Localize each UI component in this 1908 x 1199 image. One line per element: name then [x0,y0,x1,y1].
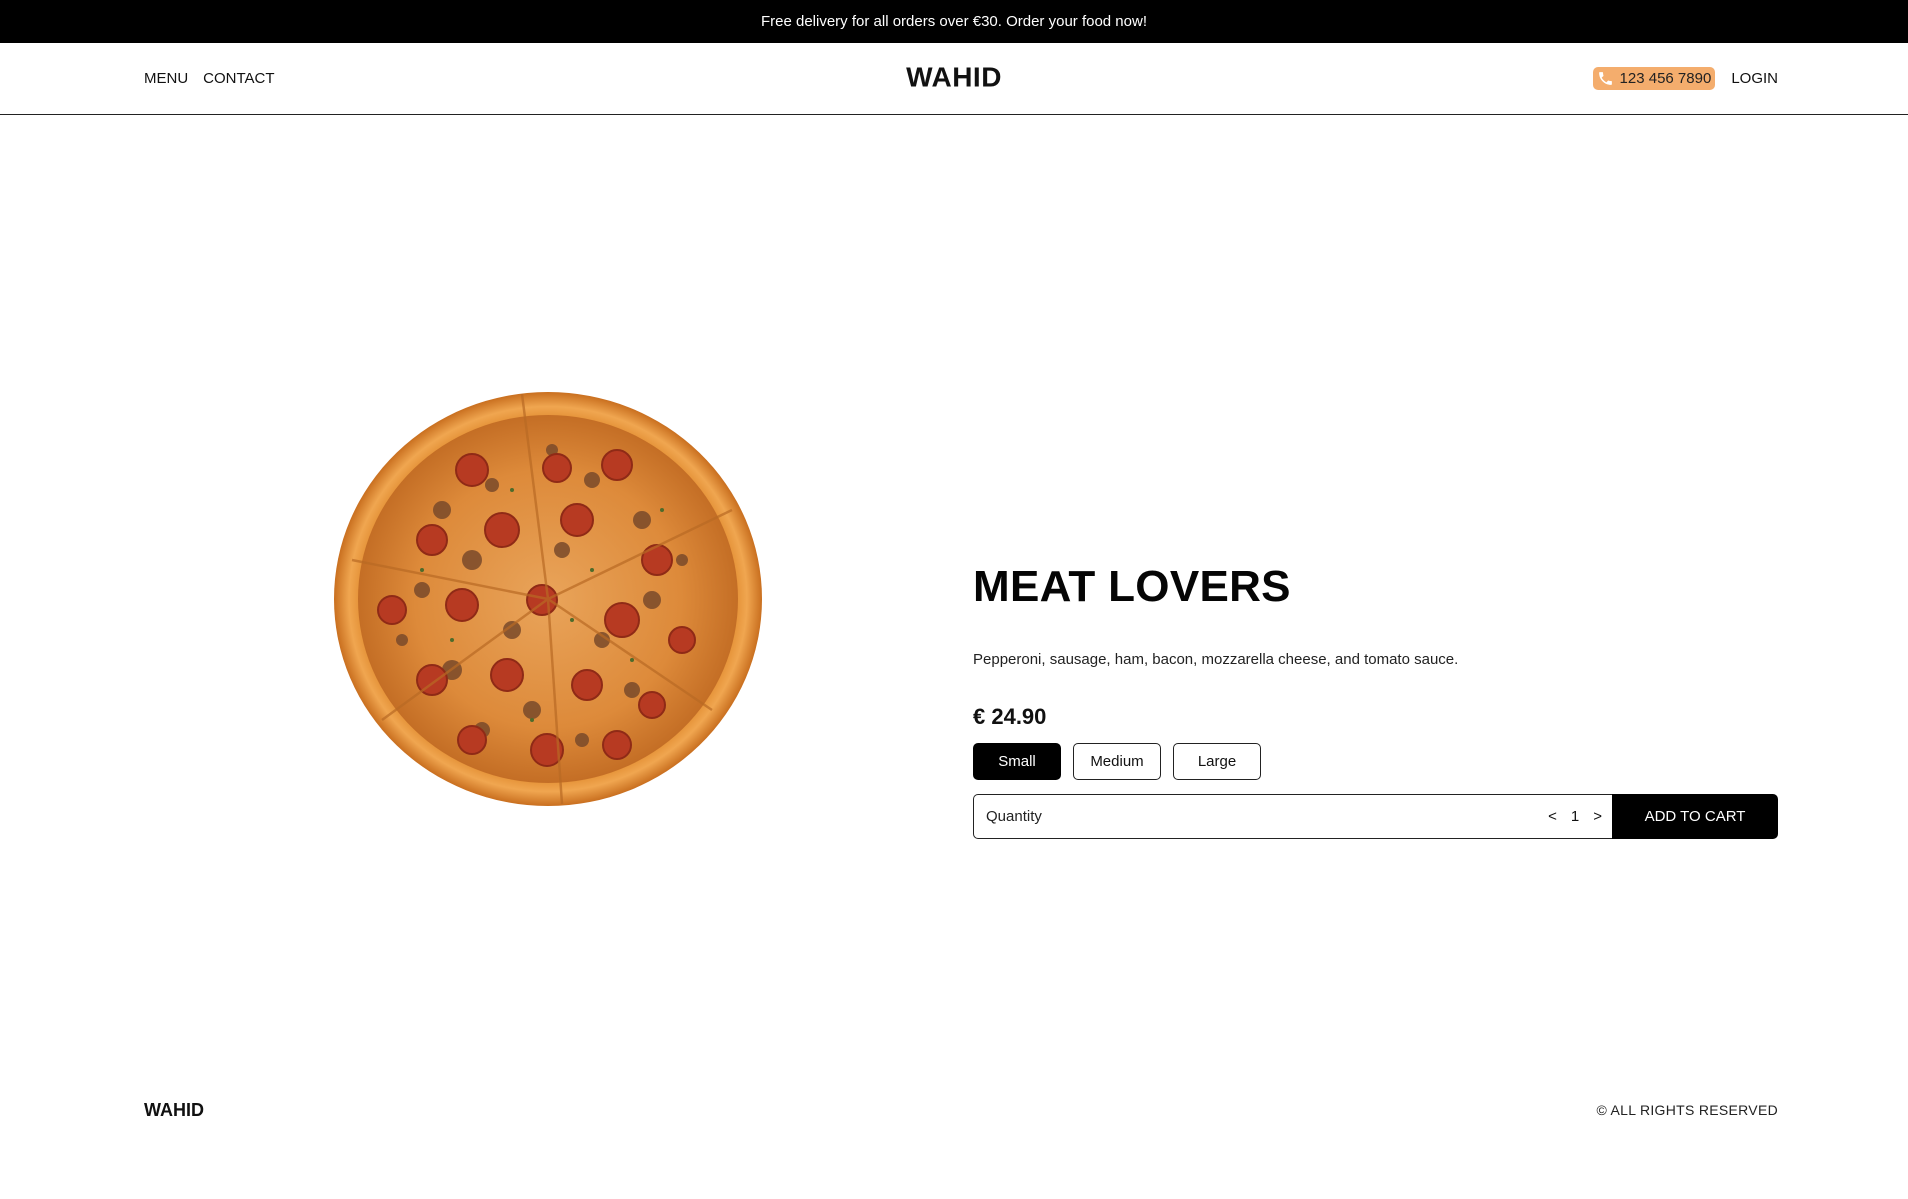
header-actions: 123 456 7890 LOGIN [1592,67,1778,90]
size-button-small[interactable]: Small [973,743,1061,780]
size-selector: Small Medium Large [973,743,1778,780]
add-to-cart-button[interactable]: ADD TO CART [1612,794,1778,839]
quantity-stepper: Quantity < 1 > [973,794,1612,839]
site-footer: WAHID © ALL RIGHTS RESERVED [0,1090,1908,1130]
login-link[interactable]: LOGIN [1731,70,1778,87]
quantity-row: Quantity < 1 > ADD TO CART [973,794,1778,839]
pizza-image [332,390,764,808]
site-logo[interactable]: WAHID [906,61,1002,93]
product-description: Pepperoni, sausage, ham, bacon, mozzarel… [973,651,1459,668]
phone-number: 123 456 7890 [1619,70,1712,87]
quantity-label: Quantity [986,808,1042,825]
quantity-increment-button[interactable]: > [1593,808,1602,825]
copyright-text: © ALL RIGHTS RESERVED [1596,1102,1778,1118]
size-button-large[interactable]: Large [1173,743,1261,780]
main-nav: MENU CONTACT [144,70,275,87]
product-details: MEAT LOVERS Pepperoni, sausage, ham, bac… [973,565,1778,839]
announcement-text: Free delivery for all orders over €30. O… [760,13,1147,30]
product-price: € 24.90 [973,704,1047,729]
product-page: MEAT LOVERS Pepperoni, sausage, ham, bac… [0,115,1908,981]
phone-button[interactable]: 123 456 7890 [1592,67,1716,90]
quantity-value: 1 [1570,808,1580,825]
site-header: MENU CONTACT WAHID 123 456 7890 LOGIN [0,43,1908,115]
announcement-bar: Free delivery for all orders over €30. O… [0,0,1908,43]
quantity-controls: < 1 > [1548,808,1602,825]
product-title: MEAT LOVERS [973,562,1291,611]
nav-link-contact[interactable]: CONTACT [203,70,274,87]
quantity-decrement-button[interactable]: < [1548,808,1557,825]
nav-link-menu[interactable]: MENU [144,70,188,87]
footer-logo[interactable]: WAHID [144,1100,204,1121]
phone-icon [1597,70,1614,87]
size-button-medium[interactable]: Medium [1073,743,1161,780]
